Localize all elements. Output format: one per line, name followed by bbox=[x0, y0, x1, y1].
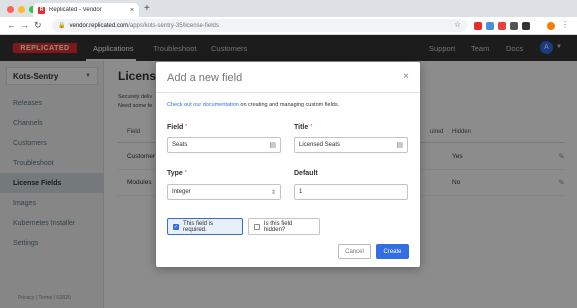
checkbox-icon bbox=[254, 223, 260, 230]
checkmark-icon: ✓ bbox=[173, 223, 179, 230]
tab-title: Replicated - Vendor bbox=[49, 7, 102, 13]
required-asterisk: * bbox=[184, 170, 187, 176]
url-host: vendor.replicated.com bbox=[69, 22, 129, 29]
add-field-modal: Add a new field × Check out our document… bbox=[156, 62, 420, 267]
browser-toolbar: ← → ↻ 🔒 vendor.replicated.com/apps/kots-… bbox=[0, 17, 577, 35]
field-label: Field * bbox=[167, 124, 187, 131]
extension-icon[interactable] bbox=[522, 22, 530, 30]
select-arrows-icon: ⇕ bbox=[270, 190, 276, 196]
default-input[interactable]: 1 bbox=[294, 184, 408, 200]
window-controls bbox=[7, 6, 36, 13]
required-asterisk: * bbox=[310, 124, 313, 130]
back-icon[interactable]: ← bbox=[7, 20, 16, 31]
minimize-window-button[interactable] bbox=[18, 6, 25, 13]
required-asterisk: * bbox=[185, 124, 188, 130]
key-icon: ▤ bbox=[269, 142, 276, 149]
default-label: Default bbox=[294, 170, 318, 177]
field-input-value: Seats bbox=[172, 142, 188, 148]
address-bar[interactable]: 🔒 vendor.replicated.com/apps/kots-sentry… bbox=[52, 19, 467, 32]
extension-icon[interactable] bbox=[534, 22, 542, 30]
title-label-text: Title bbox=[294, 124, 309, 131]
default-input-value: 1 bbox=[299, 189, 303, 195]
bookmark-star-icon[interactable]: ☆ bbox=[454, 20, 461, 29]
hidden-checkbox[interactable]: Is this field hidden? bbox=[248, 218, 320, 235]
info-text-rest: on creating and managing custom fields. bbox=[238, 102, 340, 108]
autofill-icon: ▤ bbox=[396, 142, 403, 149]
reload-icon[interactable]: ↻ bbox=[34, 20, 42, 31]
hidden-checkbox-label: Is this field hidden? bbox=[263, 220, 293, 233]
extension-icon[interactable] bbox=[498, 22, 506, 30]
extension-icon[interactable] bbox=[474, 22, 482, 30]
title-label: Title * bbox=[294, 124, 312, 131]
browser-chrome: R Replicated - Vendor × + ← → ↻ 🔒 vendor… bbox=[0, 0, 577, 35]
title-input-value: Licensed Seats bbox=[299, 142, 341, 148]
divider bbox=[156, 92, 420, 93]
menu-dots-icon[interactable]: ⋮ bbox=[561, 21, 569, 30]
tab-close-icon[interactable]: × bbox=[130, 7, 134, 14]
profile-icon[interactable] bbox=[547, 22, 555, 30]
modal-info-text: Check out our documentation on creating … bbox=[167, 102, 339, 108]
type-select[interactable]: Integer ⇕ bbox=[167, 184, 281, 200]
modal-title: Add a new field bbox=[167, 72, 243, 84]
type-select-value: Integer bbox=[172, 189, 191, 195]
replicated-favicon-icon: R bbox=[38, 6, 45, 14]
close-icon[interactable]: × bbox=[403, 71, 409, 82]
new-tab-icon[interactable]: + bbox=[144, 4, 150, 14]
close-window-button[interactable] bbox=[7, 6, 14, 13]
required-checkbox-label: This field is required. bbox=[183, 220, 214, 233]
required-checkbox[interactable]: ✓ This field is required. bbox=[167, 218, 243, 235]
type-label: Type * bbox=[167, 170, 187, 177]
type-label-text: Type bbox=[167, 170, 183, 177]
extension-icon[interactable] bbox=[510, 22, 518, 30]
cancel-button[interactable]: Cancel bbox=[338, 244, 371, 259]
create-button[interactable]: Create bbox=[376, 244, 409, 259]
forward-icon[interactable]: → bbox=[20, 20, 29, 31]
extension-icon[interactable] bbox=[486, 22, 494, 30]
lock-icon: 🔒 bbox=[58, 23, 66, 29]
documentation-link[interactable]: Check out our documentation bbox=[167, 102, 239, 108]
field-label-text: Field bbox=[167, 124, 184, 131]
title-input[interactable]: Licensed Seats ▤ bbox=[294, 137, 408, 153]
url-path: /apps/kots-sentry-35/license-fields bbox=[128, 22, 219, 29]
field-input[interactable]: Seats ▤ bbox=[167, 137, 281, 153]
browser-tab[interactable]: R Replicated - Vendor × bbox=[33, 3, 139, 17]
